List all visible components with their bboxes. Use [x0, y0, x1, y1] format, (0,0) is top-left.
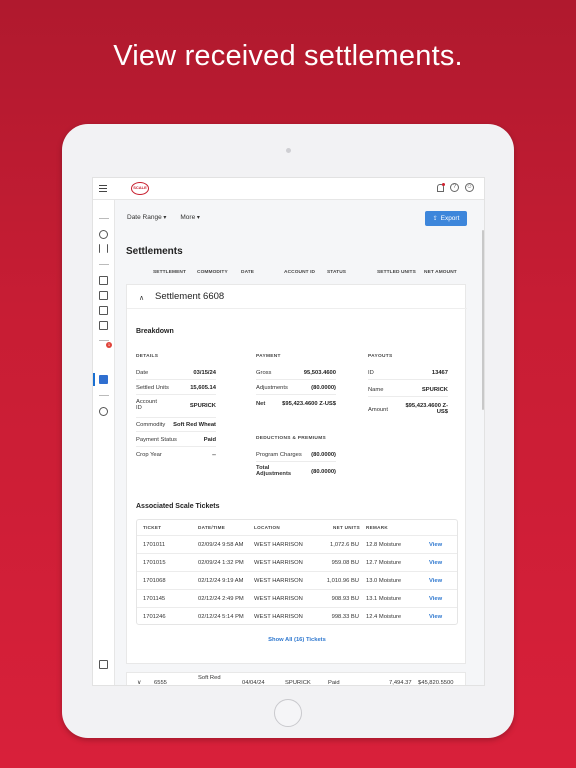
payouts-heading: PAYOUTS [368, 354, 393, 359]
headline: View received settlements. [113, 40, 463, 72]
tickets-column-header: TICKET [143, 525, 162, 530]
view-ticket-link[interactable]: View [429, 596, 442, 602]
sidebar-active-indicator [93, 373, 95, 386]
deduction-row: Total Adjustments (80.0000) [256, 465, 336, 477]
payout-row: Amount $95,423.4600 Z-US$ [368, 403, 448, 415]
column-header[interactable]: STATUS [327, 270, 346, 275]
sidebar-settlements-icon[interactable] [99, 375, 108, 384]
sidebar-messages-icon[interactable] [99, 321, 108, 330]
sidebar-divider [99, 264, 109, 265]
camera [286, 148, 291, 153]
column-header[interactable]: DATE [241, 270, 254, 275]
settlement-header[interactable]: ∧ Settlement 6608 [127, 285, 467, 309]
expand-chevron-icon[interactable]: ∨ [137, 680, 141, 685]
tickets-column-header: DATE/TIME [198, 525, 226, 530]
sidebar-book-icon[interactable] [99, 291, 108, 300]
sidebar-calendar-icon[interactable] [99, 276, 108, 285]
help-icon[interactable]: ? [450, 183, 459, 192]
detail-row: Account ID SPURICK [136, 399, 216, 411]
export-icon: ⇪ [432, 216, 438, 222]
column-header[interactable]: SETTLED UNITS [377, 270, 416, 275]
ticket-row: 1701015 02/09/24 1:32 PM WEST HARRISON 9… [137, 553, 457, 571]
column-header[interactable]: COMMODITY [197, 270, 228, 275]
deductions-heading: DEDUCTIONS & PREMIUMS [256, 436, 326, 441]
tickets-column-header: LOCATION [254, 525, 281, 530]
payment-heading: PAYMENT [256, 354, 281, 359]
sidebar: 1 [93, 200, 115, 685]
export-label: Export [440, 215, 460, 222]
sidebar-device-icon[interactable] [99, 660, 108, 669]
breakdown-heading: Breakdown [136, 328, 174, 335]
show-all-tickets-link[interactable]: Show All (16) Tickets [127, 637, 467, 643]
more-filter[interactable]: More [180, 214, 200, 221]
sidebar-divider [99, 395, 109, 396]
ticket-row: 1701145 02/12/24 2:49 PM WEST HARRISON 9… [137, 589, 457, 607]
column-header[interactable]: NET AMOUNT [424, 270, 457, 275]
view-ticket-link[interactable]: View [429, 614, 442, 620]
scrollbar[interactable] [482, 230, 484, 410]
logo: SCALE [131, 182, 149, 195]
column-header[interactable]: SETTLEMENT [153, 270, 186, 275]
view-ticket-link[interactable]: View [429, 560, 442, 566]
ticket-row: 1701011 02/09/24 9:58 AM WEST HARRISON 1… [137, 535, 457, 553]
date-range-filter[interactable]: Date Range [127, 214, 166, 221]
settlement-card: ∧ Settlement 6608 Breakdown DETAILS Date… [126, 284, 467, 664]
settlement-row[interactable]: ∨ 6555 Soft Red 04/04/24 SPURICK Paid 7,… [126, 672, 466, 685]
sidebar-divider [99, 340, 109, 341]
ticket-row: 1701246 02/12/24 5:14 PM WEST HARRISON 9… [137, 607, 457, 625]
sidebar-feed-icon[interactable] [99, 230, 108, 239]
tickets-table: TICKET DATE/TIME LOCATION NET UNITS REMA… [136, 519, 458, 625]
menu-icon[interactable] [99, 185, 107, 192]
settlement-title: Settlement 6608 [155, 291, 225, 302]
tickets-column-header: NET UNITS [333, 525, 360, 530]
view-ticket-link[interactable]: View [429, 542, 442, 548]
page-title: Settlements [126, 246, 183, 257]
main-content: Date Range More ⇪ Export Settlements SET… [115, 200, 484, 685]
details-heading: DETAILS [136, 354, 159, 359]
user-icon[interactable]: ☺ [465, 183, 474, 192]
app-screen: SCALE ? ☺ 1 Date Range More ⇪ Export [92, 177, 485, 686]
export-button[interactable]: ⇪ Export [425, 211, 467, 226]
collapse-chevron-icon[interactable]: ∧ [139, 294, 144, 302]
sidebar-messages-badge: 1 [106, 342, 112, 348]
home-button [274, 699, 302, 727]
sidebar-globe-icon[interactable] [99, 407, 108, 416]
ticket-row: 1701068 02/12/24 9:19 AM WEST HARRISON 1… [137, 571, 457, 589]
view-ticket-link[interactable]: View [429, 578, 442, 584]
notification-bell-icon[interactable] [436, 183, 445, 192]
tickets-heading: Associated Scale Tickets [136, 503, 220, 510]
top-bar: SCALE ? ☺ [93, 178, 484, 200]
column-header[interactable]: ACCOUNT ID [284, 270, 315, 275]
sidebar-contract-icon[interactable] [99, 306, 108, 315]
tickets-column-header: REMARK [366, 525, 388, 530]
sidebar-sliders-icon[interactable] [99, 244, 108, 253]
sidebar-divider [99, 218, 109, 219]
